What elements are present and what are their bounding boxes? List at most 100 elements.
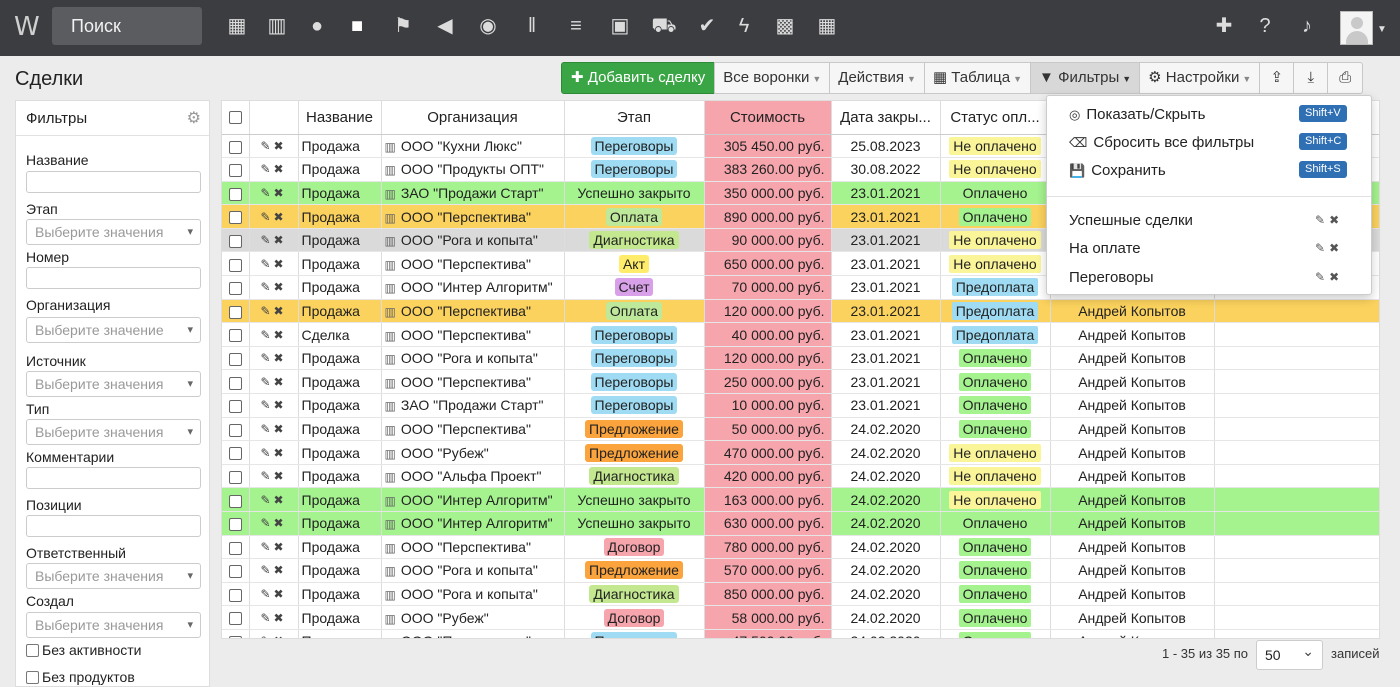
row-checkbox[interactable] — [228, 494, 242, 508]
deal-name-cell[interactable]: Сделка — [298, 322, 382, 347]
column-header-close-date[interactable]: Дата закры... — [831, 101, 941, 135]
reset-filters-item[interactable]: ⌫ Сбросить все фильтры — [1069, 134, 1254, 151]
organization-link[interactable]: ООО "Рога и копыта" — [401, 562, 538, 578]
organization-link[interactable]: ЗАО "Продажи Старт" — [401, 397, 544, 413]
pencil-icon[interactable]: ✎ — [260, 563, 273, 577]
dashboard-icon[interactable]: ▦ — [814, 12, 840, 40]
type-filter-select[interactable]: Выберите значения — [26, 419, 201, 445]
close-icon[interactable]: ✖ — [274, 280, 287, 294]
organization-cell[interactable]: ▥ ООО "Рубеж" — [381, 440, 565, 465]
briefcase-icon[interactable]: ■ — [344, 12, 370, 40]
filters-dropdown-button[interactable]: ▼ Фильтры ▼ — [1030, 62, 1141, 94]
pencil-icon[interactable]: ✎ — [260, 611, 273, 625]
pencil-icon[interactable]: ✎ — [260, 516, 273, 530]
organization-cell[interactable]: ▥ ЗАО "Продажи Старт" — [381, 393, 565, 418]
select-all-checkbox[interactable] — [228, 111, 242, 125]
deal-name-cell[interactable]: Продажа — [298, 440, 382, 465]
organization-link[interactable]: ЗАО "Продажи Старт" — [401, 185, 544, 201]
organization-cell[interactable]: ▥ ООО "Перспектива" — [381, 251, 565, 277]
close-icon[interactable]: ✖ — [274, 351, 287, 365]
row-checkbox[interactable] — [228, 352, 242, 366]
organization-cell[interactable]: ▥ ЗАО "Продажи Старт" — [381, 181, 565, 206]
check-icon[interactable]: ✔ — [694, 12, 720, 40]
row-checkbox[interactable] — [228, 140, 242, 154]
pencil-icon[interactable]: ✎ — [260, 540, 273, 554]
deal-name-cell[interactable]: Продажа — [298, 204, 382, 229]
help-icon[interactable]: ? — [1252, 12, 1278, 40]
responsible-filter-select[interactable]: Выберите значения — [26, 563, 201, 589]
deal-name-cell[interactable]: Продажа — [298, 157, 382, 182]
organization-link[interactable]: ООО "Рога и копыта" — [401, 232, 538, 248]
row-checkbox[interactable] — [228, 258, 242, 272]
app-logo[interactable]: W — [14, 12, 40, 42]
close-icon[interactable]: ✖ — [274, 493, 287, 507]
created-by-filter-select[interactable]: Выберите значения — [26, 612, 201, 638]
save-filter-item[interactable]: 💾 Сохранить — [1069, 162, 1166, 179]
row-checkbox[interactable] — [228, 447, 242, 461]
row-checkbox[interactable] — [228, 329, 242, 343]
organization-cell[interactable]: ▥ ООО "Интер Алгоритм" — [381, 275, 565, 300]
pencil-icon[interactable]: ✎ — [260, 469, 273, 483]
row-checkbox[interactable] — [228, 612, 242, 626]
deal-name-cell[interactable]: Продажа — [298, 134, 382, 159]
print-button[interactable]: ⎙ — [1327, 62, 1364, 94]
pencil-icon[interactable]: ✎ — [260, 446, 273, 460]
close-icon[interactable]: ✖ — [274, 257, 287, 271]
organization-cell[interactable]: ▥ ООО "Рога и копыта" — [381, 582, 565, 607]
organization-link[interactable]: ООО "Кухни Люкс" — [401, 138, 522, 154]
deal-name-cell[interactable]: Продажа — [298, 369, 382, 395]
row-checkbox[interactable] — [228, 187, 242, 201]
close-icon[interactable]: ✖ — [274, 446, 287, 460]
row-checkbox[interactable] — [228, 164, 242, 178]
close-icon[interactable]: ✖ — [274, 304, 287, 318]
deal-name-cell[interactable]: Продажа — [298, 251, 382, 277]
pencil-icon[interactable]: ✎ — [260, 422, 273, 436]
organization-cell[interactable]: ▥ ООО "Интер Алгоритм" — [381, 511, 565, 536]
row-checkbox[interactable] — [228, 423, 242, 437]
organization-cell[interactable]: ▥ ООО "Перспектива" — [381, 322, 565, 347]
bell-icon[interactable]: ♪ — [1294, 12, 1320, 40]
deal-name-cell[interactable]: Продажа — [298, 558, 382, 583]
pencil-icon[interactable]: ✎ — [260, 493, 273, 507]
organization-cell[interactable]: ▥ ООО "Перспектива" — [381, 369, 565, 395]
name-filter-input[interactable] — [26, 171, 201, 193]
row-checkbox[interactable] — [228, 376, 242, 390]
close-icon[interactable]: ✖ — [274, 540, 287, 554]
checkbox-box[interactable] — [26, 643, 39, 657]
row-checkbox[interactable] — [228, 234, 242, 248]
megaphone-icon[interactable]: ◀ — [432, 12, 458, 40]
pencil-icon[interactable]: ✎ — [1315, 270, 1329, 284]
pencil-icon[interactable]: ✎ — [260, 328, 273, 342]
organization-cell[interactable]: ▥ ООО "Рога и копыта" — [381, 558, 565, 583]
table-row[interactable]: ✎✖ Сделка ▥ ООО "Перспектива" Переговоры 40 0… — [222, 322, 1379, 347]
column-header-payment-status[interactable]: Статус опл... — [940, 101, 1051, 135]
row-checkbox[interactable] — [228, 305, 242, 319]
table-view-dropdown[interactable]: ▦ Таблица ▼ — [923, 62, 1032, 94]
organization-cell[interactable]: ▥ ООО "Рога и копыта" — [381, 346, 565, 371]
column-header-organization[interactable]: Организация — [381, 101, 565, 135]
saved-filter-item[interactable]: На оплате — [1069, 240, 1141, 257]
table-row[interactable]: ✎✖ Продажа ▥ ООО "Интер Алгоритм" Успешно за… — [222, 487, 1379, 512]
table-row[interactable]: ✎✖ Продажа ▥ ООО "Рубеж" Предложение 470 000.… — [222, 440, 1379, 465]
positions-filter-input[interactable] — [26, 515, 201, 537]
server-icon[interactable]: ≡ — [563, 12, 589, 40]
money-icon[interactable]: ▣ — [607, 12, 633, 40]
download-button[interactable]: ⤓ — [1293, 62, 1329, 94]
deal-name-cell[interactable]: Продажа — [298, 275, 382, 300]
close-icon[interactable]: ✖ — [274, 398, 287, 412]
deal-name-cell[interactable]: Продажа — [298, 299, 382, 324]
organization-link[interactable]: ООО "Перспектива" — [401, 539, 531, 555]
organization-link[interactable]: ООО "Перспектива" — [401, 327, 531, 343]
pencil-icon[interactable]: ✎ — [260, 210, 273, 224]
organization-link[interactable]: ООО "Перспектива" — [401, 209, 531, 225]
organization-link[interactable]: ООО "Интер Алгоритм" — [401, 492, 553, 508]
organization-link[interactable]: ООО "Рубеж" — [401, 610, 489, 626]
no-products-checkbox[interactable]: Без продуктов — [26, 669, 135, 685]
organization-cell[interactable]: ▥ ООО "Альфа Проект" — [381, 464, 565, 489]
pencil-icon[interactable]: ✎ — [260, 587, 273, 601]
organization-cell[interactable]: ▥ ООО "Перспектива" — [381, 535, 565, 560]
pencil-icon[interactable]: ✎ — [260, 280, 273, 294]
table-row[interactable]: ✎✖ Продажа ▥ ООО "Интер Алгоритм" Успешно за… — [222, 511, 1379, 536]
actions-dropdown[interactable]: Действия ▼ — [829, 62, 925, 94]
organization-cell[interactable]: ▥ ООО "Перспектива" — [381, 299, 565, 324]
